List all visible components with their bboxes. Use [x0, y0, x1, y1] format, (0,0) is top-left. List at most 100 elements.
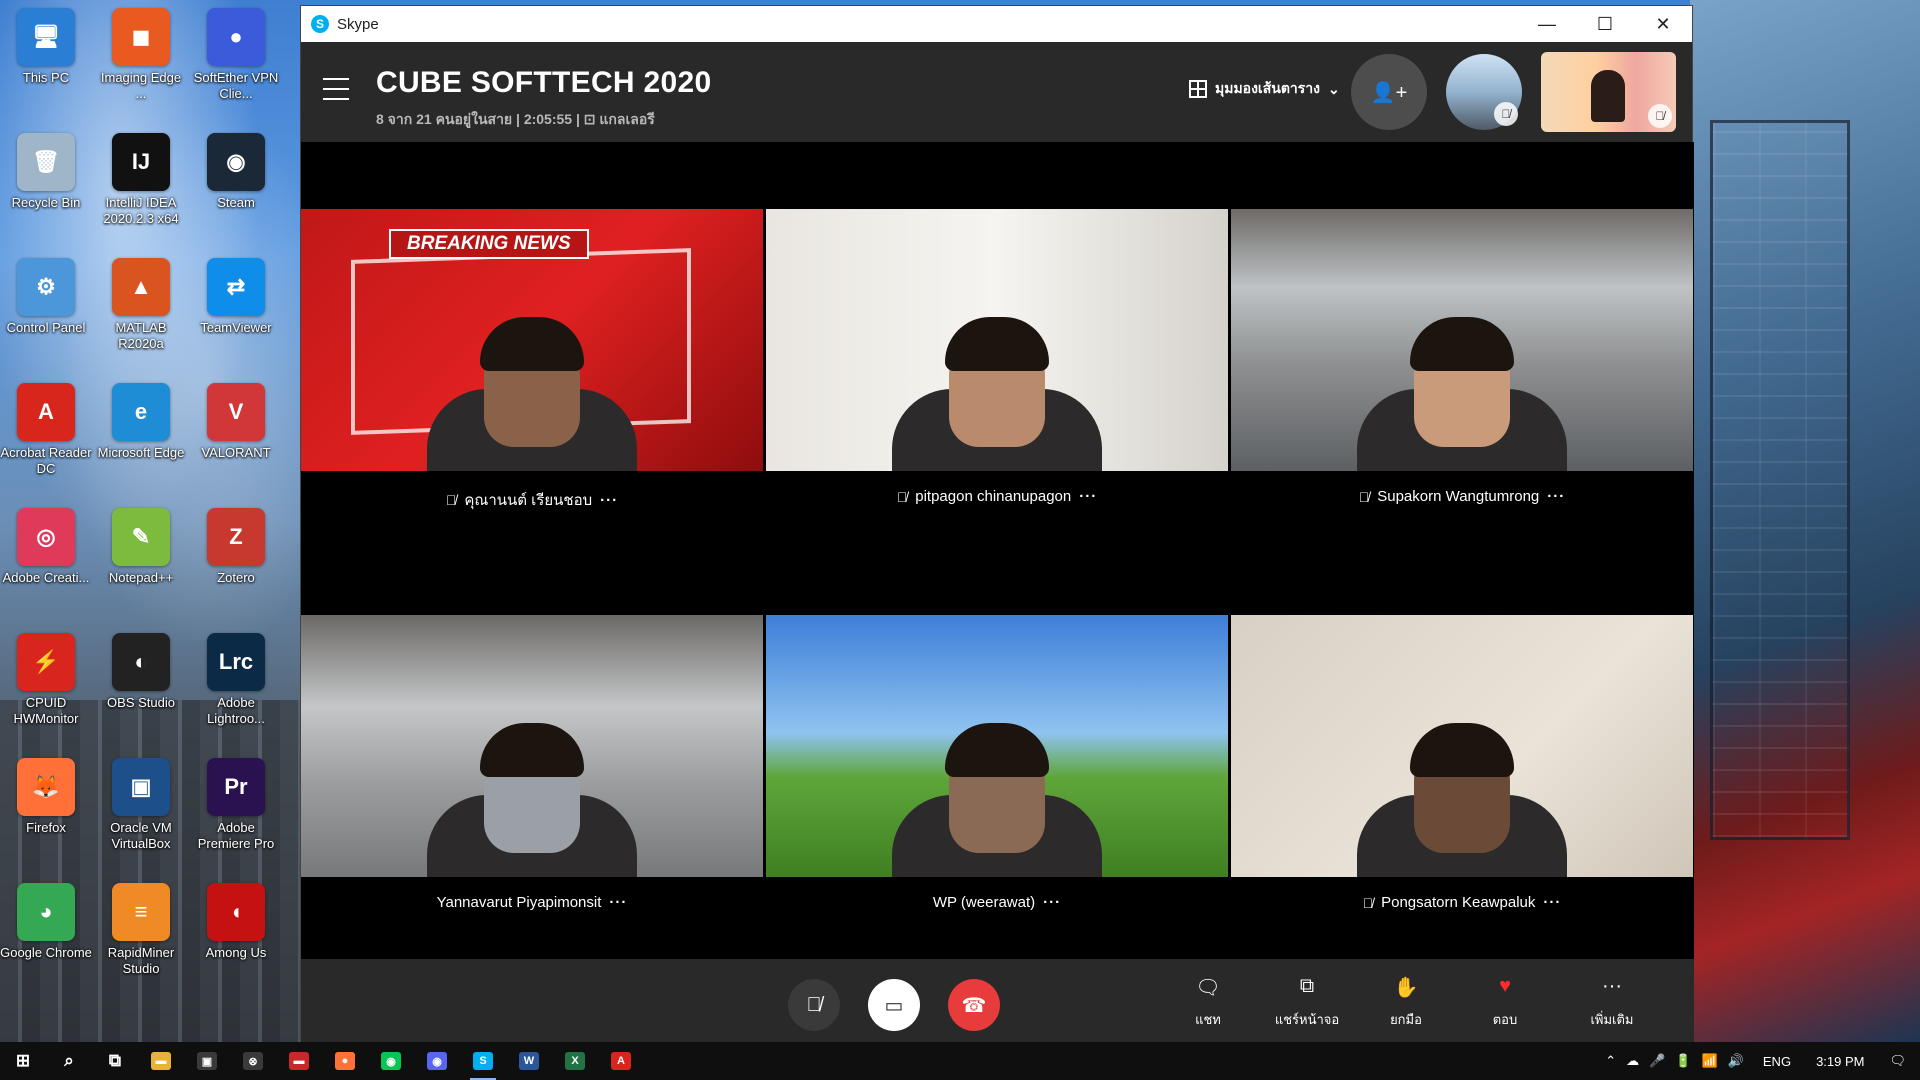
participant-name: WP (weerawat) [932, 894, 1036, 911]
more-options-icon[interactable]: ··· [1543, 894, 1561, 911]
call-action-button[interactable]: ··· เพิ่มเติม [1572, 975, 1652, 1030]
taskbar-xbox-icon[interactable]: ⊗ [230, 1042, 276, 1080]
taskbar-file-explorer-icon[interactable]: ▬ [138, 1042, 184, 1080]
participant-video[interactable] [1231, 615, 1693, 877]
participant-video[interactable] [1231, 209, 1693, 471]
taskbar-app-glyph: ▣ [197, 1052, 217, 1070]
mute-button[interactable]: 🎙̸ [788, 979, 840, 1031]
desktop-icon[interactable]: e Microsoft Edge [95, 379, 187, 461]
participant-video[interactable]: BREAKING NEWS [301, 209, 763, 471]
wallpaper-right [1690, 0, 1920, 1042]
taskbar-discord-icon[interactable]: ◉ [414, 1042, 460, 1080]
desktop-icon[interactable]: ◎ Adobe Creati... [0, 504, 92, 586]
taskbar-acrobat-icon[interactable]: A [598, 1042, 644, 1080]
tray-icon[interactable]: 🎤 [1649, 1053, 1665, 1068]
call-action-button[interactable]: ♥ ตอบ [1465, 975, 1545, 1030]
desktop-icon[interactable]: ⚡ CPUID HWMonitor [0, 629, 92, 727]
call-action-button[interactable]: ⧉ แชร์หน้าจอ [1267, 975, 1347, 1030]
tray-icon[interactable]: ⌃ [1605, 1053, 1616, 1068]
call-controls: 🎙̸ ▭ ☎ 🗨 แชท ⧉ แชร์หน้าจอ ✋ ยกมือ ♥ ตอบ ··· เพิ่ม… [301, 959, 1694, 1043]
taskbar-store-icon[interactable]: ▣ [184, 1042, 230, 1080]
video-button[interactable]: ▭ [868, 979, 920, 1031]
participant-video[interactable] [766, 209, 1228, 471]
desktop-icon[interactable]: ● SoftEther VPN Clie... [190, 4, 282, 102]
taskbar-line-icon[interactable]: ◉ [368, 1042, 414, 1080]
call-action-button[interactable]: 🗨 แชท [1168, 975, 1248, 1030]
taskbar-app-glyph: ⌕ [64, 1051, 74, 1070]
desktop-icon[interactable]: 🗑 Recycle Bin [0, 129, 92, 211]
taskbar-task-view-icon[interactable]: ⧉ [92, 1042, 138, 1080]
desktop-icon[interactable]: ⇄ TeamViewer [190, 254, 282, 336]
tray-icon[interactable]: 📶 [1702, 1053, 1718, 1068]
participant-video[interactable] [301, 615, 763, 877]
tray-icon[interactable]: ☁ [1626, 1053, 1639, 1068]
call-action-label: แชร์หน้าจอ [1274, 1012, 1340, 1027]
taskbar-app-glyph: ⊞ [15, 1051, 31, 1070]
desktop-icon[interactable]: ◐ OBS Studio [95, 629, 187, 711]
desktop-icon[interactable]: 🖥 This PC [0, 4, 92, 86]
menu-icon[interactable] [323, 78, 349, 100]
more-options-icon[interactable]: ··· [1079, 488, 1097, 505]
language-indicator[interactable]: ENG [1763, 1054, 1791, 1069]
mic-off-icon: 🎙̸ [445, 492, 457, 508]
desktop-icon-label: TeamViewer [200, 320, 272, 335]
desktop-icon[interactable]: A Acrobat Reader DC [0, 379, 92, 477]
desktop-icon[interactable]: ◖ Among Us [190, 879, 282, 961]
desktop-icon[interactable]: Pr Adobe Premiere Pro [190, 754, 282, 852]
maximize-button[interactable]: ☐ [1576, 6, 1634, 42]
taskbar-skype-icon[interactable]: S [460, 1042, 506, 1080]
more-options-icon[interactable]: ··· [609, 894, 627, 911]
taskbar: ⊞ ⌕ ⧉ ▬ ▣ ⊗ ▬ ● ◉ ◉ S W X A ⌃ ☁ 🎤 🔋 📶 🔊 ENG 3:19 PM 🗨 [0, 1042, 1920, 1080]
system-tray: ⌃ ☁ 🎤 🔋 📶 🔊 ENG 3:19 PM 🗨 [1593, 1042, 1920, 1080]
desktop-icon-label: Firefox [26, 820, 66, 835]
app-icon: ⚙ [17, 258, 75, 316]
taskbar-app-glyph: ⧉ [108, 1051, 122, 1070]
tray-icon[interactable]: 🔊 [1728, 1053, 1744, 1068]
desktop-icon[interactable]: ⚙ Control Panel [0, 254, 92, 336]
taskbar-firefox-icon[interactable]: ● [322, 1042, 368, 1080]
close-button[interactable]: ✕ [1634, 6, 1692, 42]
app-icon: Lrc [207, 633, 265, 691]
taskbar-app-glyph: W [519, 1052, 539, 1070]
add-people-button[interactable]: 👤+ [1351, 54, 1427, 130]
more-options-icon[interactable]: ··· [600, 492, 618, 509]
hang-up-button[interactable]: ☎ [948, 979, 1000, 1031]
desktop-icon[interactable]: IJ IntelliJ IDEA 2020.2.3 x64 [95, 129, 187, 227]
taskbar-search-icon[interactable]: ⌕ [46, 1042, 92, 1080]
more-options-icon[interactable]: ··· [1547, 488, 1565, 505]
view-toggle[interactable]: มุมมองเส้นตาราง ⌄ [1189, 78, 1340, 100]
participant-name: pitpagon chinanupagon [915, 488, 1072, 505]
self-preview[interactable]: 🎙̸ [1541, 52, 1676, 132]
desktop-icon[interactable]: ◕ Google Chrome [0, 879, 92, 961]
desktop-icon[interactable]: ✎ Notepad++ [95, 504, 187, 586]
desktop-icon-label: SoftEther VPN Clie... [193, 70, 279, 101]
minimize-button[interactable]: — [1518, 6, 1576, 42]
participant-thumbnail[interactable]: 🎙̸ [1446, 54, 1522, 130]
desktop-icon[interactable]: Z Zotero [190, 504, 282, 586]
notification-icon[interactable]: 🗨 [1889, 1053, 1906, 1069]
desktop-icon[interactable]: V VALORANT [190, 379, 282, 461]
taskbar-start-icon[interactable]: ⊞ [0, 1042, 46, 1080]
app-icon: ▲ [112, 258, 170, 316]
taskbar-app-red-icon[interactable]: ▬ [276, 1042, 322, 1080]
desktop-icon[interactable]: ≡ RapidMiner Studio [95, 879, 187, 977]
taskbar-excel-icon[interactable]: X [552, 1042, 598, 1080]
taskbar-word-icon[interactable]: W [506, 1042, 552, 1080]
desktop-icon[interactable]: ◼ Imaging Edge ... [95, 4, 187, 102]
taskbar-app-glyph: ▬ [289, 1052, 309, 1070]
app-icon: e [112, 383, 170, 441]
desktop-icon[interactable]: 🦊 Firefox [0, 754, 92, 836]
taskbar-app-glyph: A [611, 1052, 631, 1070]
desktop-icon[interactable]: ◉ Steam [190, 129, 282, 211]
participant-video[interactable] [766, 615, 1228, 877]
app-icon: 🖥 [17, 8, 75, 66]
clock[interactable]: 3:19 PM [1816, 1054, 1864, 1069]
more-options-icon[interactable]: ··· [1043, 894, 1061, 911]
skype-window: S Skype — ☐ ✕ CUBE SOFTTECH 2020 8 จาก 2… [300, 5, 1694, 1043]
desktop-icon[interactable]: ▲ MATLAB R2020a [95, 254, 187, 352]
desktop-icon-label: VALORANT [201, 445, 271, 460]
desktop-icon[interactable]: Lrc Adobe Lightroo... [190, 629, 282, 727]
call-action-button[interactable]: ✋ ยกมือ [1366, 975, 1446, 1030]
tray-icon[interactable]: 🔋 [1675, 1053, 1691, 1068]
desktop-icon[interactable]: ▣ Oracle VM VirtualBox [95, 754, 187, 852]
